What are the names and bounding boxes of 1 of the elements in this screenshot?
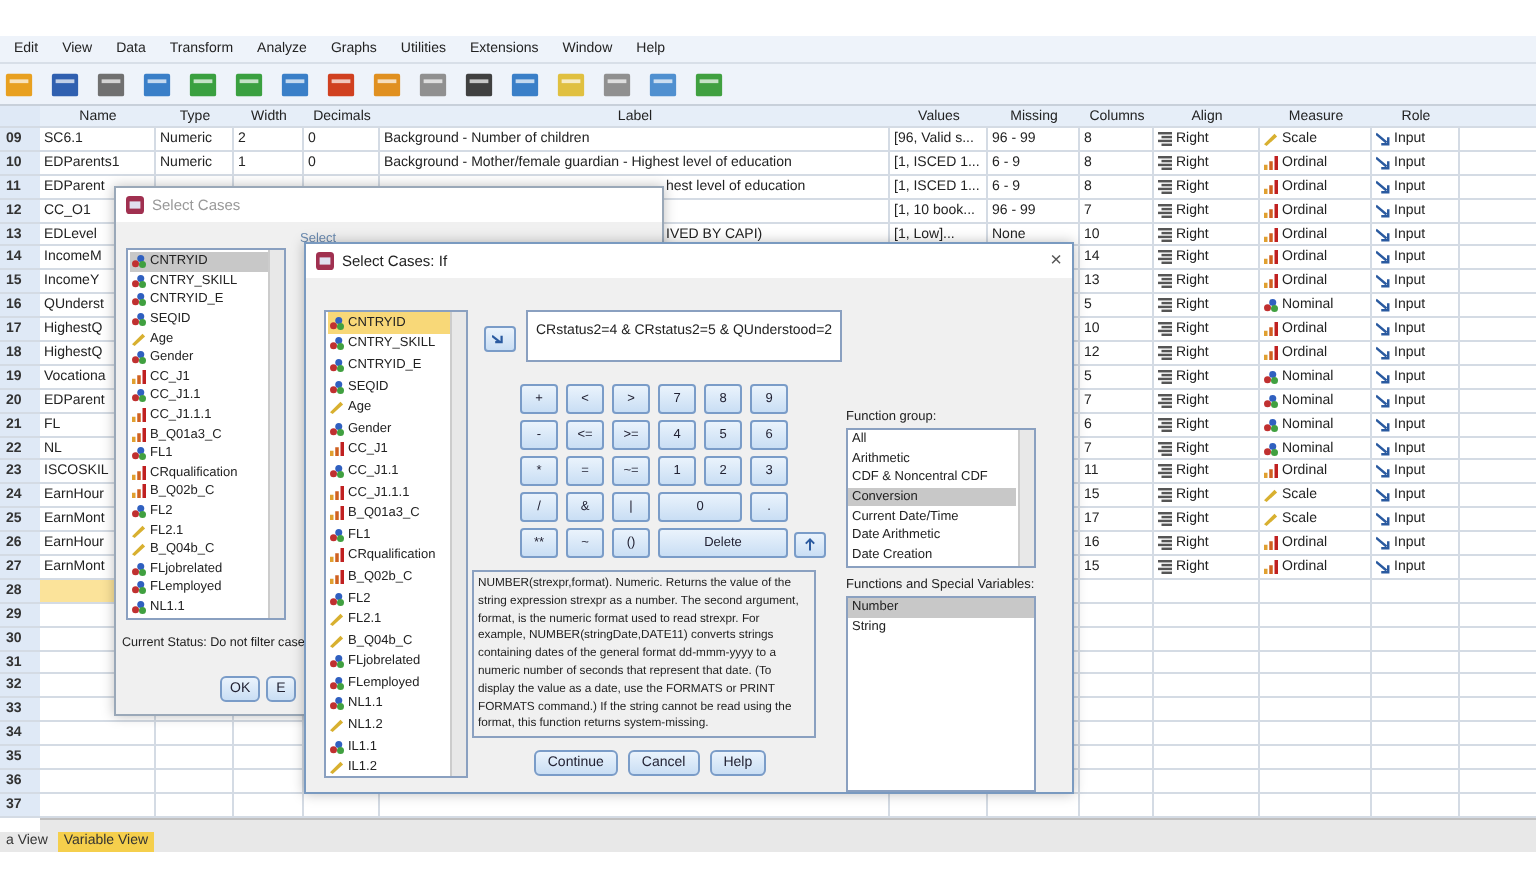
close-button[interactable]: ×	[1050, 250, 1062, 272]
